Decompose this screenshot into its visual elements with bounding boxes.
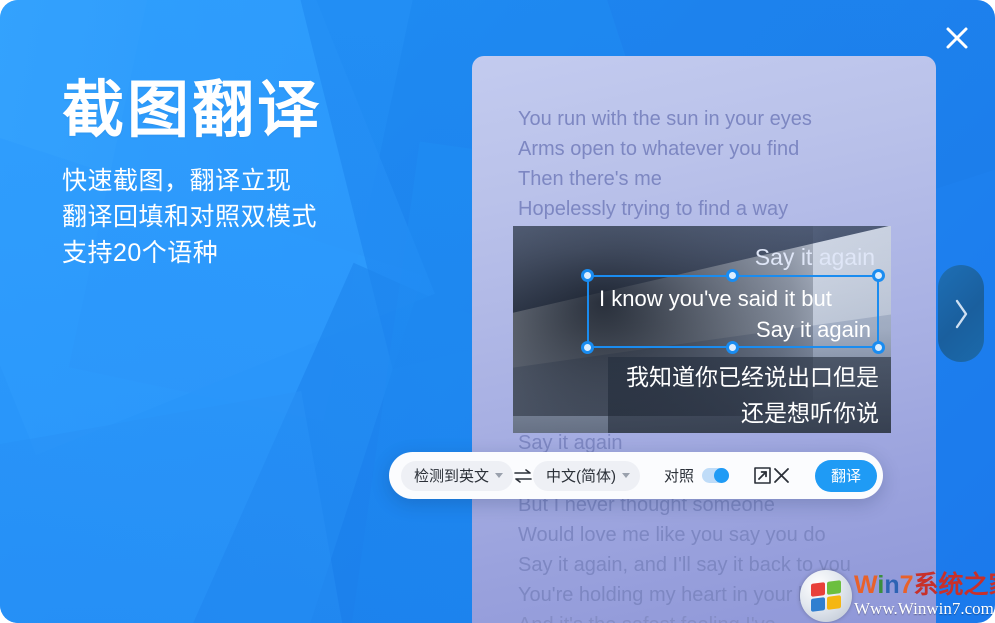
- subtitle-line: 快速截图，翻译立现: [62, 163, 317, 199]
- reselect-region-button[interactable]: [753, 461, 772, 491]
- selected-text-line: I know you've said it but: [599, 283, 871, 314]
- reselect-region-icon: [753, 466, 772, 485]
- close-icon: [772, 466, 791, 485]
- lyric-line: Say it again, and I'll say it back to yo…: [518, 550, 932, 580]
- lyric-line: And it's the safest feeling I've: [518, 610, 932, 623]
- selection-handle-se[interactable]: [872, 341, 885, 354]
- translated-overlay: 我知道你已经说出口但是 还是想听你说: [608, 357, 891, 433]
- translated-line: 还是想听你说: [616, 395, 879, 431]
- swap-arrows-icon: [513, 468, 533, 484]
- chevron-down-icon: [495, 473, 503, 478]
- translated-line: 我知道你已经说出口但是: [616, 359, 879, 395]
- selection-handle-nw[interactable]: [581, 269, 594, 282]
- subtitle-line: 支持20个语种: [62, 235, 317, 271]
- contrast-mode-label: 对照: [664, 465, 694, 486]
- chevron-right-icon: [952, 297, 970, 331]
- contrast-mode-toggle[interactable]: 对照: [664, 465, 729, 486]
- lyrics-top: You run with the sun in your eyes Arms o…: [518, 104, 926, 224]
- close-icon: [944, 25, 970, 51]
- selection-handle-ne[interactable]: [872, 269, 885, 282]
- selected-text-line: Say it again: [599, 314, 871, 345]
- selection-handle-s[interactable]: [726, 341, 739, 354]
- selection-handle-sw[interactable]: [581, 341, 594, 354]
- screenshot-translate-window: 截图翻译 快速截图，翻译立现 翻译回填和对照双模式 支持20个语种 You ru…: [0, 0, 995, 623]
- translate-button[interactable]: 翻译: [815, 460, 877, 492]
- subtitle-line: 翻译回填和对照双模式: [62, 199, 317, 235]
- translate-toolbar: 检测到英文 中文(简体) 对照: [389, 452, 883, 499]
- source-language-label: 检测到英文: [414, 465, 489, 486]
- lyric-line: Then there's me: [518, 164, 926, 194]
- window-close-button[interactable]: [937, 18, 977, 58]
- selection-handle-n[interactable]: [726, 269, 739, 282]
- target-language-label: 中文(简体): [546, 465, 616, 486]
- selection-rectangle[interactable]: I know you've said it but Say it again: [587, 275, 879, 348]
- page-title: 截图翻译: [62, 78, 322, 144]
- contrast-toggle-switch[interactable]: [702, 468, 729, 483]
- lyric-line: Hopelessly trying to find a way: [518, 194, 926, 224]
- cancel-translate-button[interactable]: [772, 461, 791, 491]
- lyric-line: Arms open to whatever you find: [518, 134, 926, 164]
- target-language-select[interactable]: 中文(简体): [533, 461, 640, 491]
- lyric-line: Would love me like you say you do: [518, 520, 932, 550]
- chevron-down-icon: [622, 473, 630, 478]
- page-subtitle: 快速截图，翻译立现 翻译回填和对照双模式 支持20个语种: [62, 163, 317, 271]
- source-language-select[interactable]: 检测到英文: [401, 461, 513, 491]
- photo-caption: Say it again: [755, 242, 875, 272]
- next-slide-button[interactable]: [938, 265, 984, 362]
- toggle-knob: [714, 468, 729, 483]
- swap-languages-button[interactable]: [513, 461, 533, 491]
- lyric-line: You're holding my heart in your hands: [518, 580, 932, 610]
- lyric-line: You run with the sun in your eyes: [518, 104, 926, 134]
- selected-text: I know you've said it but Say it again: [589, 277, 881, 345]
- background-facet: [0, 391, 353, 623]
